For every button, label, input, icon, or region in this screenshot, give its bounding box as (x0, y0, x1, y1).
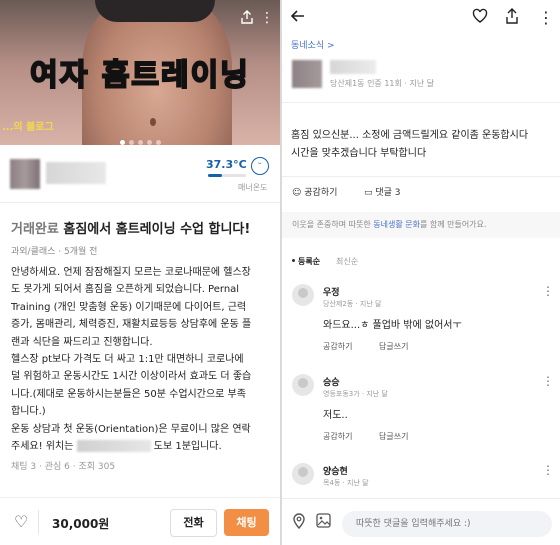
notice-link[interactable]: 동네생활 문화 (373, 220, 420, 229)
body-line: Training (개인 맞춤형 운동) 이기때문에 다이어트, 근력 (11, 301, 247, 313)
body-line: 덜 위험하고 운동시간도 1시간 이상이라서 효과도 더 좋습 (11, 371, 252, 383)
left-panel: 여자 홈트레이닝 ...의 블로그 ⋮ 37.3°C ᵕ 매너온도 거래완료 홈… (0, 0, 280, 545)
avatar[interactable] (292, 463, 314, 485)
avatar[interactable] (292, 374, 314, 396)
comment-item: 우정 당산제2동 · 지난 달 와드요...ㅎ 풀업바 밖에 없어서ㅜ 공감하기… (282, 284, 560, 364)
body-line: 주세요! 위치는 도보 1분입니다. (11, 440, 222, 453)
author-meta: 당산제1동 인증 11회 · 지난 달 (330, 79, 435, 88)
price: 30,000원 (52, 517, 110, 531)
chat-button[interactable]: 채팅 (224, 509, 269, 536)
community-notice: 이웃을 존중하며 따뜻한 동네생활 문화를 함께 만들어가요. (282, 212, 560, 238)
location-pin-icon[interactable] (292, 513, 306, 533)
avatar (292, 60, 322, 88)
right-panel: ⋮ 동네소식 > 당산제1동 인증 11회 · 지난 달 홈짐 있으신분... … (282, 0, 560, 545)
manner-label: 매너온도 (238, 183, 268, 192)
heart-icon[interactable]: ♡ (14, 512, 28, 531)
more-vert-icon[interactable]: ⋮ (542, 284, 554, 298)
comment-input-bar (282, 498, 560, 545)
more-vert-icon[interactable]: ⋮ (538, 8, 554, 27)
comment-action[interactable]: ▭ 댓글 3 (364, 185, 401, 198)
comment-icon: ▭ (364, 188, 373, 198)
smile-face-icon: ᵕ (251, 157, 269, 175)
more-vert-icon[interactable]: ⋮ (542, 374, 554, 388)
more-vert-icon[interactable]: ⋮ (260, 10, 274, 26)
body-line: 랜과 식단을 짜드리고 진행합니다. (11, 336, 153, 348)
post-text: 홈짐 있으신분... 소정에 금액드릴게요 같이좀 운동합시다 시간을 맞추겠습… (291, 130, 529, 159)
body-line: 도 못가게 되어서 홈짐을 오픈하게 되었습니다. Pernal (11, 284, 240, 296)
comment-like-button[interactable]: 공감하기 (323, 431, 352, 442)
category-link[interactable]: 동네소식 > (291, 38, 335, 51)
comment-author[interactable]: 승승 (323, 375, 340, 388)
post-stats: 채팅 3 · 관심 6 · 조회 305 (11, 462, 116, 472)
hero-title: 여자 홈트레이닝 (29, 57, 250, 94)
body-line: 운동 상담과 첫 운동(Orientation)은 무료이니 많은 연락 (11, 423, 251, 435)
share-icon[interactable] (240, 10, 254, 28)
post-title: 거래완료 홈짐에서 홈트레이닝 수업 합니다! (11, 218, 250, 237)
call-button[interactable]: 전화 (170, 509, 217, 537)
back-arrow-icon[interactable] (290, 8, 306, 28)
seller-name-blurred (46, 162, 106, 184)
comment-meta: 목4동 · 지난 달 (323, 479, 369, 487)
body-line: 헬스장 pt보다 가격도 더 싸고 1:1만 대면하니 코로나에 (11, 354, 244, 366)
comment-author[interactable]: 우정 (323, 285, 340, 298)
comment-text: 와드요...ㅎ 풀업바 밖에 없어서ㅜ (323, 320, 462, 331)
temperature-bar (208, 174, 246, 177)
author-name-blurred (330, 60, 376, 74)
comment-meta: 당산제2동 · 지난 달 (323, 300, 382, 308)
carousel-dots (0, 130, 280, 145)
comment-item: 승승 영등포동3가 · 지난 달 저도.. 공감하기 답글쓰기 ⋮ (282, 374, 560, 454)
bottom-bar: ♡ 30,000원 전화 채팅 (0, 497, 280, 545)
sort-oldest[interactable]: 등록순 (298, 256, 320, 267)
seller-profile[interactable]: 37.3°C ᵕ 매너온도 (0, 146, 280, 203)
comment-author[interactable]: 양승현 (323, 464, 348, 477)
comment-text: 저도.. (323, 410, 348, 421)
more-vert-icon[interactable]: ⋮ (542, 463, 554, 477)
smile-icon: ☺ (292, 188, 302, 198)
avatar (10, 159, 40, 189)
comment-like-button[interactable]: 공감하기 (323, 341, 352, 352)
avatar[interactable] (292, 284, 314, 306)
comment-reply-button[interactable]: 답글쓰기 (379, 431, 408, 442)
body-line: 증가, 몸매관리, 체력증진, 재활치료등등 상담후에 운동 플 (11, 319, 252, 331)
sort-newest[interactable]: 최신순 (336, 256, 358, 267)
hero-image[interactable]: 여자 홈트레이닝 ...의 블로그 ⋮ (0, 0, 280, 145)
heart-icon[interactable] (472, 8, 488, 28)
post-meta: 과외/클래스 · 5개월 전 (11, 247, 98, 257)
body-line: 니다.(제대로 운동하시는분들은 50분 수업시간으로 부족 (11, 388, 246, 400)
manner-temperature: 37.3°C (206, 158, 247, 171)
comment-reply-button[interactable]: 답글쓰기 (379, 341, 408, 352)
status-badge: 거래완료 (11, 222, 59, 237)
comment-input[interactable] (342, 511, 552, 537)
comment-meta: 영등포동3가 · 지난 달 (323, 390, 388, 398)
image-icon[interactable] (316, 513, 331, 532)
location-blurred (76, 440, 151, 453)
share-icon[interactable] (504, 8, 520, 28)
like-action[interactable]: ☺ 공감하기 (292, 185, 337, 198)
post-body: 안녕하세요. 언제 잠잠해질지 모르는 코로나때문에 헬스장 도 못가게 되어서… (11, 264, 273, 455)
body-line: 안녕하세요. 언제 잠잠해질지 모르는 코로나때문에 헬스장 (11, 267, 251, 278)
post-title-text: 홈짐에서 홈트레이닝 수업 합니다! (63, 222, 251, 237)
body-line: 합니다.) (11, 406, 46, 418)
